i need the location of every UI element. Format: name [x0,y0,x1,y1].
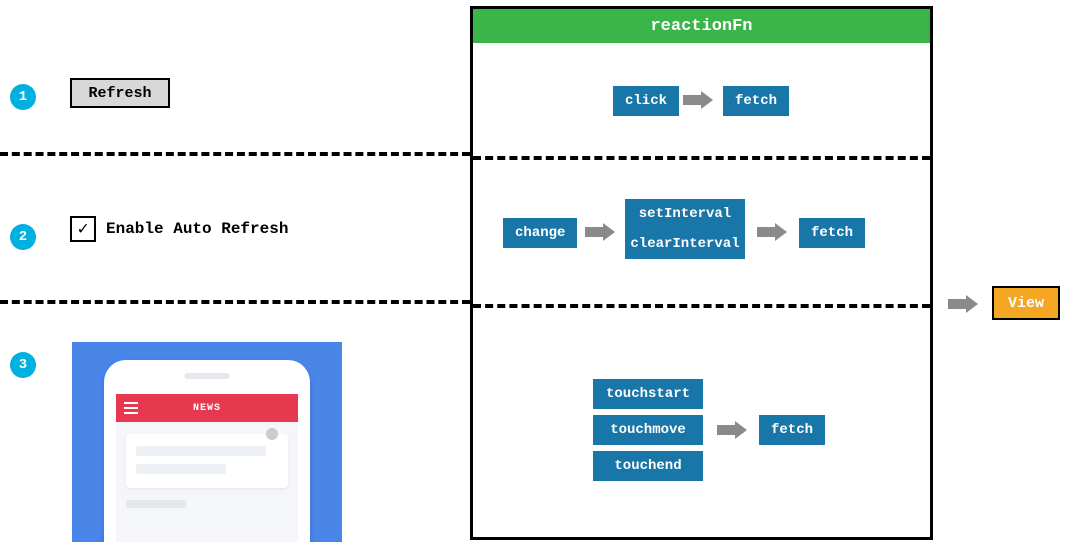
news-header-bar: NEWS [116,394,298,422]
phone-mockup: NEWS [72,342,342,542]
news-card [126,434,288,488]
action-pill-clearinterval: clearInterval [625,229,745,259]
row-divider [0,300,470,304]
event-pill-touchstart: touchstart [593,379,703,409]
hamburger-icon [124,402,138,414]
phone-speaker [185,373,230,379]
skeleton-line [136,446,266,456]
event-pill-touchmove: touchmove [593,415,703,445]
skeleton-line [136,464,226,474]
row-divider [473,156,930,160]
checkbox-box[interactable]: ✓ [70,216,96,242]
diagram-canvas: 1 2 3 Refresh ✓ Enable Auto Refresh NEWS [0,0,1080,548]
checkbox-label: Enable Auto Refresh [106,220,288,238]
event-pill-change: change [503,218,577,248]
reaction-fn-box: reactionFn click fetch change setInterva… [470,6,933,540]
reaction-fn-header: reactionFn [473,9,930,43]
skeleton-line [126,500,186,508]
arrow-right-icon [683,91,713,109]
refresh-button[interactable]: Refresh [70,78,170,108]
auto-refresh-checkbox[interactable]: ✓ Enable Auto Refresh [70,216,288,242]
arrow-right-icon [717,421,747,439]
arrow-right-icon [757,223,787,241]
phone-body: NEWS [104,360,310,542]
row-divider [473,304,930,308]
reaction-fn-body: click fetch change setInterval clearInte… [473,43,930,537]
step-badge-2: 2 [10,224,36,250]
news-label: NEWS [193,403,221,414]
card-dot-icon [266,428,278,440]
action-pill-fetch: fetch [759,415,825,445]
step-badge-1: 1 [10,84,36,110]
arrow-right-icon [585,223,615,241]
arrow-right-icon [948,295,978,313]
event-pill-click: click [613,86,679,116]
event-pill-touchend: touchend [593,451,703,481]
action-pill-fetch: fetch [799,218,865,248]
action-pill-fetch: fetch [723,86,789,116]
phone-screen: NEWS [116,394,298,542]
row-divider [0,152,470,156]
action-pill-setinterval: setInterval [625,199,745,230]
step-badge-3: 3 [10,352,36,378]
view-box: View [992,286,1060,320]
